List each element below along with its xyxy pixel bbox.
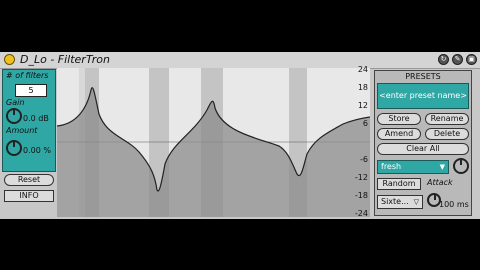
attack-label: Attack — [427, 178, 453, 187]
amend-button[interactable]: Amend — [377, 128, 421, 140]
clear-all-button[interactable]: Clear All — [377, 143, 469, 155]
db-tick: 12 — [357, 101, 368, 110]
preset-name-field[interactable]: <enter preset name> — [377, 83, 469, 109]
reset-button[interactable]: Reset — [4, 174, 54, 186]
db-tick: 24 — [357, 65, 368, 74]
chevron-down-icon: ▼ — [439, 163, 445, 171]
filter-graph[interactable] — [56, 68, 371, 217]
filter-response-svg — [56, 68, 371, 217]
rename-button[interactable]: Rename — [425, 113, 469, 125]
db-tick: -12 — [354, 173, 368, 182]
sync-selected: Sixte... — [381, 197, 409, 206]
db-tick: 18 — [357, 83, 368, 92]
attack-value: 100 ms — [439, 200, 469, 209]
params-panel: # of filters 5 Gain 0.0 dB Amount 0.00 % — [2, 69, 56, 172]
db-tick: -18 — [354, 191, 368, 200]
presets-panel: PRESETS <enter preset name> Store Rename… — [374, 70, 472, 216]
title-bar: D_Lo - FilterTron ↻ ✎ ▣ — [0, 52, 480, 69]
gain-label: Gain — [6, 98, 25, 107]
edit-icon[interactable]: ✎ — [452, 54, 463, 65]
preset-dropdown[interactable]: fresh ▼ — [377, 160, 449, 174]
store-button[interactable]: Store — [377, 113, 421, 125]
random-button[interactable]: Random — [377, 178, 421, 190]
filtertron-device: D_Lo - FilterTron ↻ ✎ ▣ # of filters 5 G… — [0, 52, 480, 219]
device-title: D_Lo - FilterTron — [20, 53, 110, 66]
db-tick: -24 — [354, 209, 368, 218]
sync-dropdown[interactable]: Sixte... ▽ — [377, 195, 423, 209]
amount-label: Amount — [6, 126, 38, 135]
gain-knob[interactable] — [6, 108, 22, 124]
filters-number-box[interactable]: 5 — [15, 84, 47, 97]
db-tick: 6 — [362, 119, 368, 128]
preset-selected: fresh — [381, 162, 402, 171]
power-icon[interactable] — [4, 54, 15, 65]
left-panel: # of filters 5 Gain 0.0 dB Amount 0.00 %… — [2, 68, 57, 218]
morph-knob[interactable] — [453, 158, 469, 174]
delete-button[interactable]: Delete — [425, 128, 469, 140]
save-icon[interactable]: ▣ — [466, 54, 477, 65]
gain-value: 0.0 dB — [23, 114, 49, 123]
chevron-down-icon: ▽ — [413, 198, 419, 206]
presets-title: PRESETS — [405, 72, 441, 81]
amount-knob[interactable] — [6, 140, 22, 156]
amount-value: 0.00 % — [23, 146, 51, 155]
hotswap-icon[interactable]: ↻ — [438, 54, 449, 65]
db-scale: 24 18 12 6 -6 -12 -18 -24 — [348, 65, 370, 218]
db-tick: -6 — [360, 155, 368, 164]
info-button[interactable]: INFO — [4, 190, 54, 202]
filters-label: # of filters — [6, 71, 49, 80]
